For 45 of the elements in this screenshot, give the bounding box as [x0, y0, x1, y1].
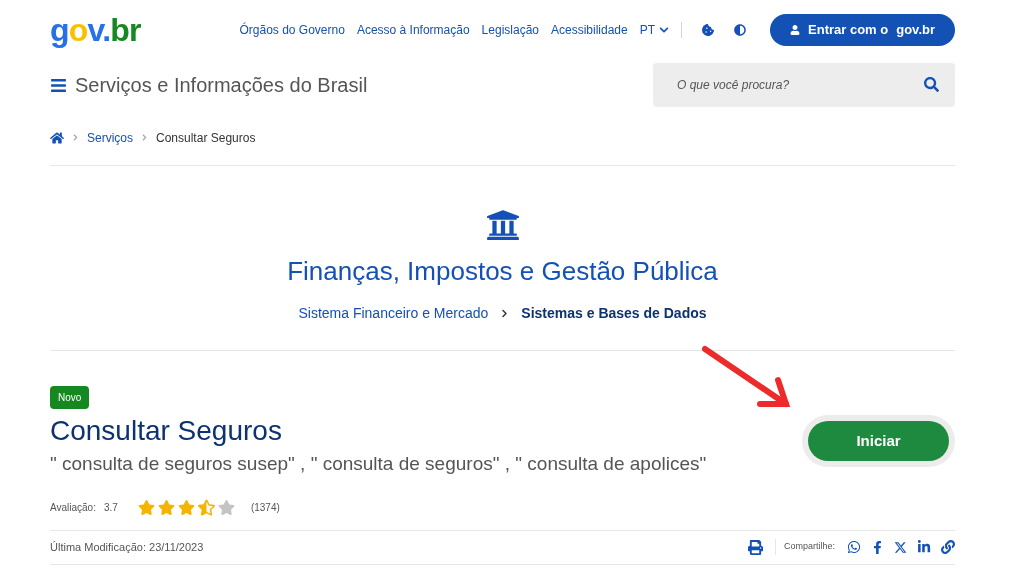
- service-keywords: " consulta de seguros susep" , " consulta de seguros" , " consulta de apolices": [50, 452, 708, 476]
- service-title: Consultar Seguros: [50, 414, 283, 448]
- home-icon[interactable]: [50, 130, 64, 145]
- rating-label: Avaliação:: [50, 500, 96, 515]
- category-link[interactable]: Sistema Financeiro e Mercado: [298, 303, 489, 324]
- bank-building-icon: [485, 208, 520, 242]
- site-logo[interactable]: gov.br: [50, 14, 141, 46]
- category-link[interactable]: Sistemas e Bases de Dados: [521, 303, 707, 324]
- rating-count: (1374): [250, 500, 280, 515]
- star-icon: [137, 498, 155, 516]
- star-icon: [177, 498, 195, 516]
- link-icon[interactable]: [941, 540, 955, 554]
- search-field[interactable]: O que você procura?: [653, 63, 955, 107]
- user-icon: [790, 25, 801, 35]
- nav-link[interactable]: Órgãos do Governo: [239, 21, 345, 39]
- rating-score: 3.7: [103, 500, 118, 515]
- star-icon: [157, 498, 175, 516]
- breadcrumb-link[interactable]: Serviços: [87, 128, 133, 147]
- whatsapp-icon[interactable]: [847, 540, 861, 554]
- site-title: Serviços e Informações do Brasil: [75, 73, 368, 98]
- chevron-down-icon: [659, 25, 670, 35]
- half-star-icon: [197, 498, 215, 516]
- nav-link[interactable]: Acessibilidade: [551, 21, 628, 39]
- menu-icon[interactable]: [50, 76, 67, 94]
- x-icon[interactable]: [894, 540, 907, 554]
- star-icon: [217, 498, 235, 516]
- contrast-icon[interactable]: [734, 24, 747, 36]
- linkedin-icon[interactable]: [917, 540, 931, 554]
- login-button[interactable]: Entrar com o gov.br: [770, 14, 955, 46]
- chevron-icon: [500, 309, 510, 318]
- breadcrumb-current: Consultar Seguros: [156, 129, 256, 147]
- last-modified: Última Modificação: 23/11/2023: [50, 539, 204, 555]
- nav-link[interactable]: Legislação: [481, 21, 539, 39]
- chevron-icon: [72, 134, 79, 141]
- share-label: Compartilhe:: [783, 540, 835, 554]
- nav-link[interactable]: Acesso à Informação: [356, 21, 470, 39]
- start-button[interactable]: Iniciar: [808, 421, 949, 462]
- search-icon[interactable]: [924, 77, 939, 92]
- facebook-icon[interactable]: [871, 540, 884, 554]
- cookie-icon[interactable]: [702, 24, 715, 36]
- category-title: Finanças, Impostos e Gestão Pública: [287, 255, 718, 288]
- print-icon[interactable]: [747, 539, 763, 555]
- language-selector[interactable]: PT: [639, 21, 670, 39]
- chevron-icon: [141, 134, 148, 141]
- new-badge: Novo: [50, 386, 90, 409]
